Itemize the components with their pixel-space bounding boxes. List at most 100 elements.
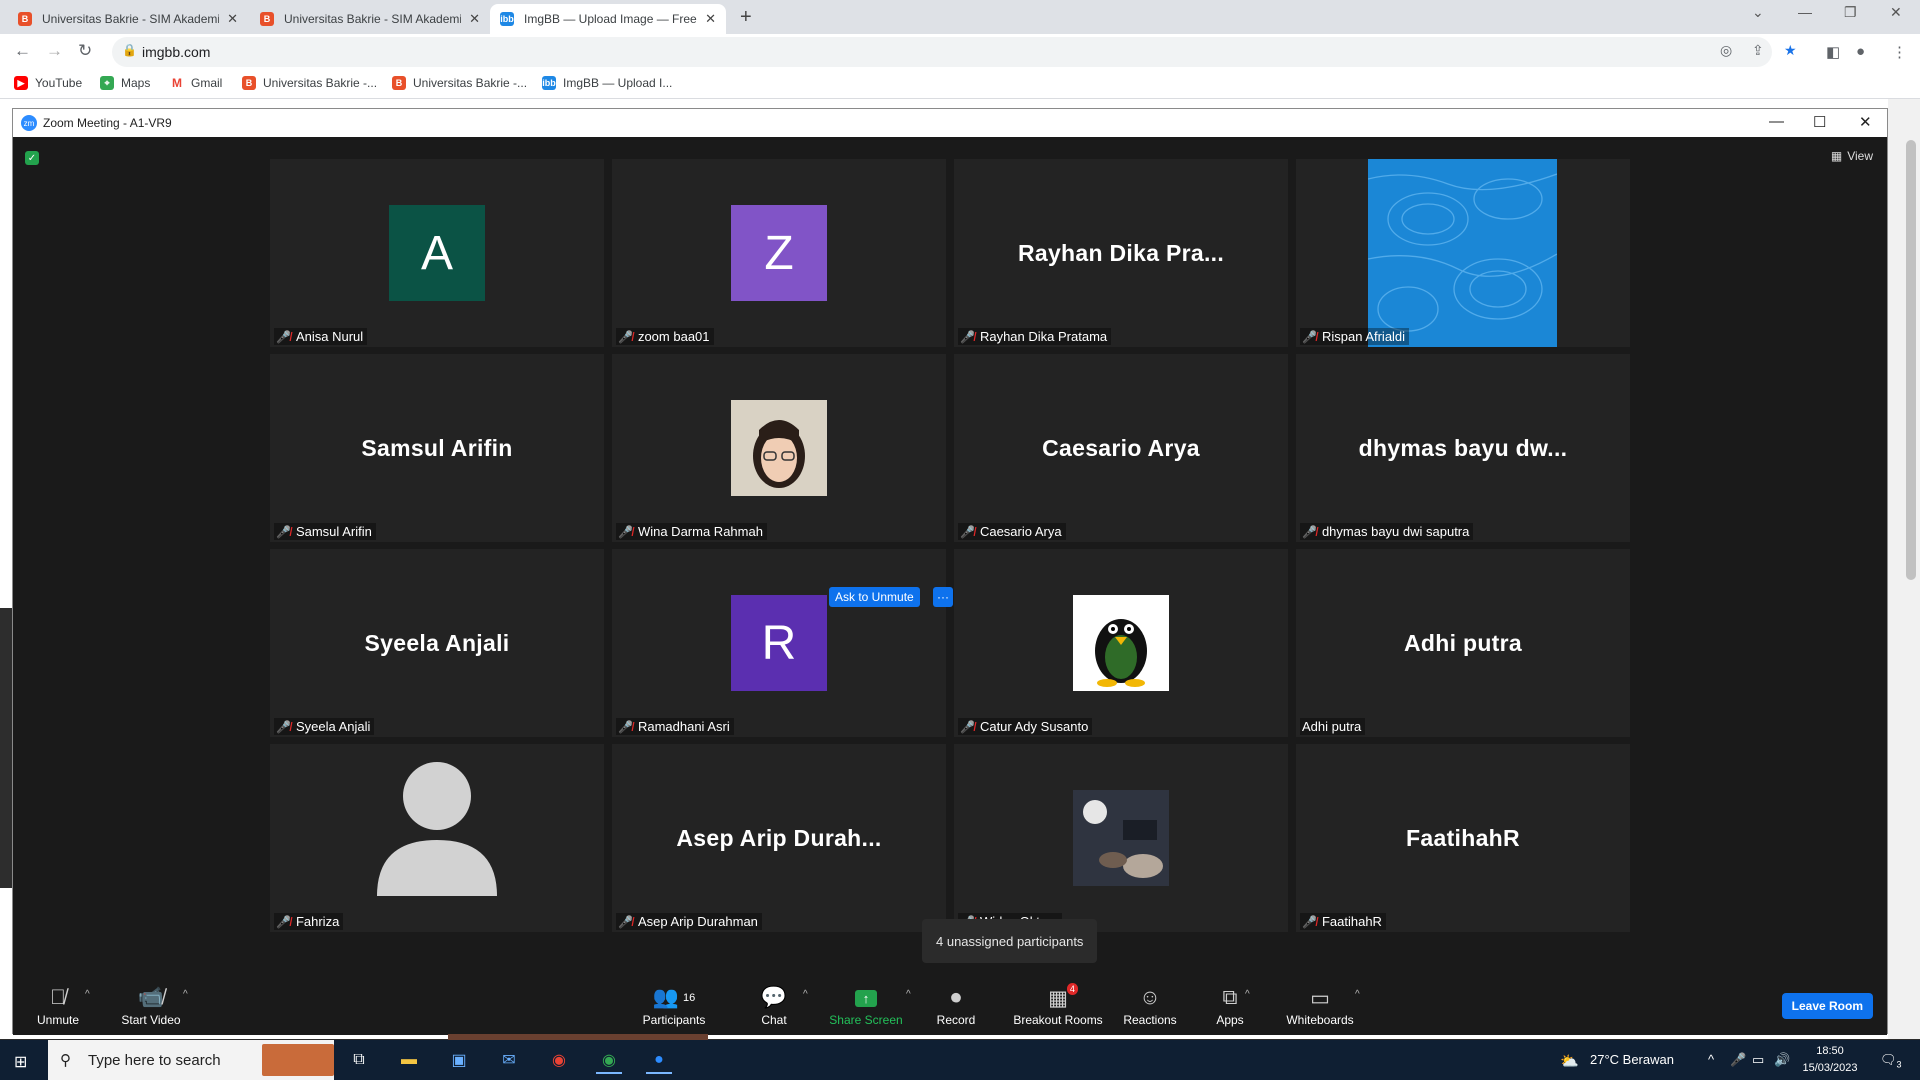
notification-center-icon[interactable]: 🗨3 bbox=[1880, 1052, 1902, 1070]
volume-icon[interactable]: 🔊 bbox=[1774, 1052, 1790, 1068]
participant-display-name: dhymas bayu dw... bbox=[1358, 434, 1568, 461]
participant-display-name: Rayhan Dika Pra... bbox=[1017, 239, 1225, 266]
tab-title: Universitas Bakrie - SIM Akademik bbox=[42, 12, 220, 26]
address-bar[interactable]: 🔒 imgbb.com ◎ ⇪ ★ bbox=[112, 37, 1797, 67]
apps-options-caret-icon[interactable]: ^ bbox=[1245, 989, 1250, 1000]
video-options-caret-icon[interactable]: ^ bbox=[183, 989, 188, 1000]
bookmark-gmail[interactable]: M Gmail bbox=[170, 76, 222, 90]
tab-search-chevron-icon[interactable]: ⌄ bbox=[1752, 4, 1764, 21]
participant-tile-samsul[interactable]: Samsul Arifin 🎤̸ Samsul Arifin bbox=[270, 354, 604, 542]
profile-avatar-icon[interactable]: ● bbox=[1856, 43, 1865, 60]
share-icon[interactable]: ⇪ bbox=[1752, 42, 1764, 59]
zoom-close-icon[interactable]: ✕ bbox=[1859, 113, 1872, 131]
forward-arrow-icon[interactable]: → bbox=[46, 41, 63, 61]
apps-button[interactable]: ⧉ Apps bbox=[1185, 985, 1275, 1027]
bookmark-label: Universitas Bakrie -... bbox=[413, 76, 528, 90]
participant-tile-faatihah[interactable]: FaatihahR 🎤̸ FaatihahR bbox=[1296, 744, 1630, 932]
participant-tile-syeela[interactable]: Syeela Anjali 🎤̸ Syeela Anjali bbox=[270, 549, 604, 737]
breakout-rooms-button[interactable]: ▦ 4 Breakout Rooms bbox=[1003, 983, 1113, 1027]
chat-options-caret-icon[interactable]: ^ bbox=[803, 989, 808, 1000]
whiteboard-options-caret-icon[interactable]: ^ bbox=[1355, 989, 1360, 1000]
system-clock[interactable]: 18:50 15/03/2023 bbox=[1790, 1043, 1870, 1077]
mail-icon[interactable]: ✉ bbox=[496, 1048, 522, 1072]
google-lens-icon[interactable]: ◎ bbox=[1720, 42, 1732, 59]
chrome-menu-icon[interactable]: ⋮ bbox=[1892, 43, 1907, 61]
share-options-caret-icon[interactable]: ^ bbox=[906, 989, 911, 1000]
participant-tile-dhymas[interactable]: dhymas bayu dw... 🎤̸ dhymas bayu dwi sapu… bbox=[1296, 354, 1630, 542]
bookmark-youtube[interactable]: ▶ YouTube bbox=[14, 76, 82, 90]
bookmark-university-2[interactable]: B Universitas Bakrie -... bbox=[392, 76, 527, 90]
weather-cloud-icon[interactable]: ⛅ bbox=[1560, 1052, 1579, 1070]
bookmark-star-icon[interactable]: ★ bbox=[1784, 42, 1797, 59]
browser-tab-1[interactable]: B Universitas Bakrie - SIM Akademik ✕ bbox=[8, 4, 248, 34]
participant-tile-caesario[interactable]: Caesario Arya 🎤̸ Caesario Arya bbox=[954, 354, 1288, 542]
weather-text[interactable]: 27°C Berawan bbox=[1590, 1052, 1674, 1067]
participant-label: 🎤̸ Syeela Anjali bbox=[274, 718, 375, 735]
bookmark-label: Maps bbox=[121, 76, 151, 90]
leave-room-button[interactable]: Leave Room bbox=[1781, 993, 1873, 1019]
participant-tile-adhi[interactable]: Adhi putra Adhi putra bbox=[1296, 549, 1630, 737]
reactions-label: Reactions bbox=[1123, 1013, 1177, 1027]
reactions-button[interactable]: ☺ Reactions bbox=[1105, 985, 1195, 1027]
task-view-icon[interactable]: ⧉ bbox=[346, 1048, 372, 1072]
reload-icon[interactable]: ↻ bbox=[78, 41, 92, 61]
ask-to-unmute-button[interactable]: Ask to Unmute bbox=[829, 587, 920, 607]
close-window-icon[interactable]: ✕ bbox=[1890, 4, 1902, 21]
restore-icon[interactable]: ❐ bbox=[1844, 4, 1857, 21]
gmail-icon: M bbox=[170, 76, 184, 90]
file-explorer-icon[interactable]: ▬ bbox=[396, 1048, 422, 1072]
close-tab-icon[interactable]: ✕ bbox=[227, 11, 238, 27]
audio-options-caret-icon[interactable]: ^ bbox=[85, 989, 90, 1000]
tab-title: Universitas Bakrie - SIM Akademik bbox=[284, 12, 462, 26]
unassigned-participants-toast[interactable]: 4 unassigned participants bbox=[922, 919, 1098, 963]
minimize-icon[interactable]: — bbox=[1798, 4, 1812, 20]
participant-tile-rispan[interactable]: 🎤̸ Rispan Afrialdi bbox=[1296, 159, 1630, 347]
participant-tile-catur[interactable]: 🎤̸ Catur Ady Susanto bbox=[954, 549, 1288, 737]
windows-start-icon[interactable]: ⊞ bbox=[14, 1052, 27, 1072]
participant-tile-ramadhani[interactable]: R 🎤̸ Ramadhani Asri bbox=[612, 549, 946, 737]
participant-tile-zoom-baa01[interactable]: Z 🎤̸ zoom baa01 bbox=[612, 159, 946, 347]
new-tab-plus-icon[interactable]: + bbox=[740, 6, 752, 29]
close-tab-icon[interactable]: ✕ bbox=[469, 11, 480, 27]
chrome-icon[interactable]: ◉ bbox=[546, 1048, 572, 1072]
participants-button[interactable]: 👥 16 Participants bbox=[629, 985, 719, 1027]
zoom-minimize-icon[interactable]: — bbox=[1769, 113, 1784, 130]
participant-tile-fahriza[interactable]: 🎤̸ Fahriza bbox=[270, 744, 604, 932]
whiteboards-button[interactable]: ▭ Whiteboards bbox=[1275, 985, 1365, 1028]
bookmarks-bar: ▶ YouTube ⌖ Maps M Gmail B Universitas B… bbox=[0, 70, 1920, 99]
participant-tile-asep[interactable]: Asep Arip Durah... 🎤̸ Asep Arip Durahman bbox=[612, 744, 946, 932]
microphone-icon[interactable]: 🎤 bbox=[1730, 1052, 1746, 1068]
store-icon[interactable]: ▣ bbox=[446, 1048, 472, 1072]
bookmark-imgbb[interactable]: ibb ImgBB — Upload I... bbox=[542, 76, 672, 90]
bookmark-maps[interactable]: ⌖ Maps bbox=[100, 76, 150, 90]
participant-name: Rayhan Dika Pratama bbox=[979, 329, 1108, 344]
zoom-maximize-icon[interactable]: ☐ bbox=[1813, 113, 1826, 131]
network-icon[interactable]: ▭ bbox=[1752, 1052, 1764, 1068]
participant-name: Samsul Arifin bbox=[295, 524, 372, 539]
taskbar-search-box[interactable]: ⚲ Type here to search bbox=[48, 1040, 334, 1080]
zoom-window-title: Zoom Meeting - A1-VR9 bbox=[43, 116, 172, 130]
participant-tile-widya[interactable]: 🎤̸Widya Okta... bbox=[954, 744, 1288, 932]
back-arrow-icon[interactable]: ← bbox=[14, 41, 31, 61]
browser-tab-3[interactable]: ibb ImgBB — Upload Image — Free ✕ bbox=[490, 4, 726, 34]
show-hidden-icons-icon[interactable]: ^ bbox=[1708, 1052, 1714, 1067]
record-label: Record bbox=[936, 1013, 976, 1027]
more-options-button[interactable]: ··· bbox=[933, 587, 953, 607]
view-button[interactable]: ▦ View bbox=[1831, 149, 1873, 163]
record-button[interactable]: ⏺ Record bbox=[911, 985, 1001, 1027]
zoom-logo-icon: zm bbox=[21, 115, 37, 131]
zoom-taskbar-icon[interactable]: ● bbox=[646, 1048, 672, 1074]
share-screen-button[interactable]: ↑ Share Screen bbox=[821, 985, 911, 1027]
chrome-active-icon[interactable]: ◉ bbox=[596, 1048, 622, 1074]
side-panel-icon[interactable]: ◧ bbox=[1826, 43, 1840, 61]
browser-tab-2[interactable]: B Universitas Bakrie - SIM Akademik ✕ bbox=[250, 4, 490, 34]
bookmark-university-1[interactable]: B Universitas Bakrie -... bbox=[242, 76, 377, 90]
participant-tile-rayhan[interactable]: Rayhan Dika Pra... 🎤̸ Rayhan Dika Pratama bbox=[954, 159, 1288, 347]
participant-tile-anisa-nurul[interactable]: A 🎤̸ Anisa Nurul bbox=[270, 159, 604, 347]
encryption-shield-icon[interactable]: ✓ bbox=[25, 151, 39, 165]
participant-tile-wina[interactable]: 🎤̸ Wina Darma Rahmah bbox=[612, 354, 946, 542]
close-tab-icon[interactable]: ✕ bbox=[705, 11, 716, 27]
university-favicon-icon: B bbox=[260, 12, 274, 26]
page-scrollbar[interactable] bbox=[1906, 140, 1916, 580]
participant-display-name: Adhi putra bbox=[1404, 629, 1522, 656]
